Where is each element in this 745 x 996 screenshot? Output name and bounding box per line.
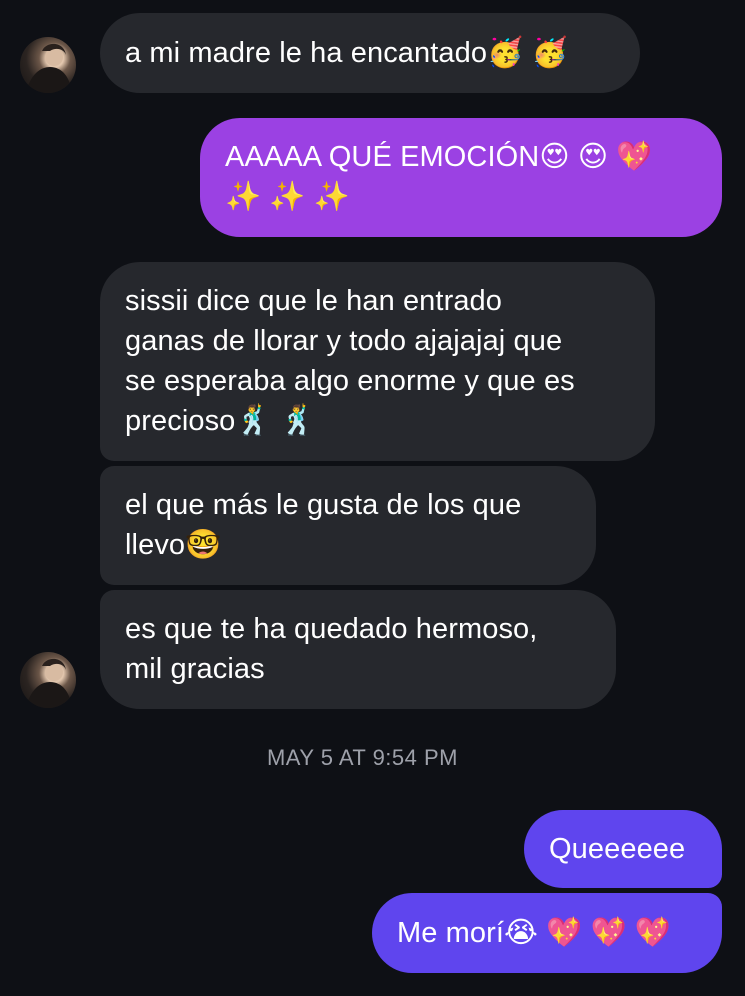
contact-avatar[interactable] [20, 652, 76, 708]
message-bubble-sent[interactable]: Me morí😭 💖 💖 💖 [372, 893, 722, 973]
message-bubble-sent[interactable]: Queeeeee [524, 810, 722, 888]
avatar-photo-icon [26, 658, 72, 708]
message-bubble-received[interactable]: el que más le gusta de los que llevo🤓 [100, 466, 596, 585]
message-bubble-received[interactable]: a mi madre le ha encantado🥳 🥳 [100, 13, 640, 93]
message-bubble-received[interactable]: sissii dice que le han entrado ganas de … [100, 262, 655, 461]
message-bubble-sent[interactable]: AAAAA QUÉ EMOCIÓN😍 😍 💖 ✨ ✨ ✨ [200, 118, 722, 237]
message-bubble-received[interactable]: es que te ha quedado hermoso, mil gracia… [100, 590, 616, 709]
avatar-photo-icon [26, 43, 72, 93]
message-timestamp: MAY 5 AT 9:54 PM [266, 745, 458, 770]
contact-avatar[interactable] [20, 37, 76, 93]
